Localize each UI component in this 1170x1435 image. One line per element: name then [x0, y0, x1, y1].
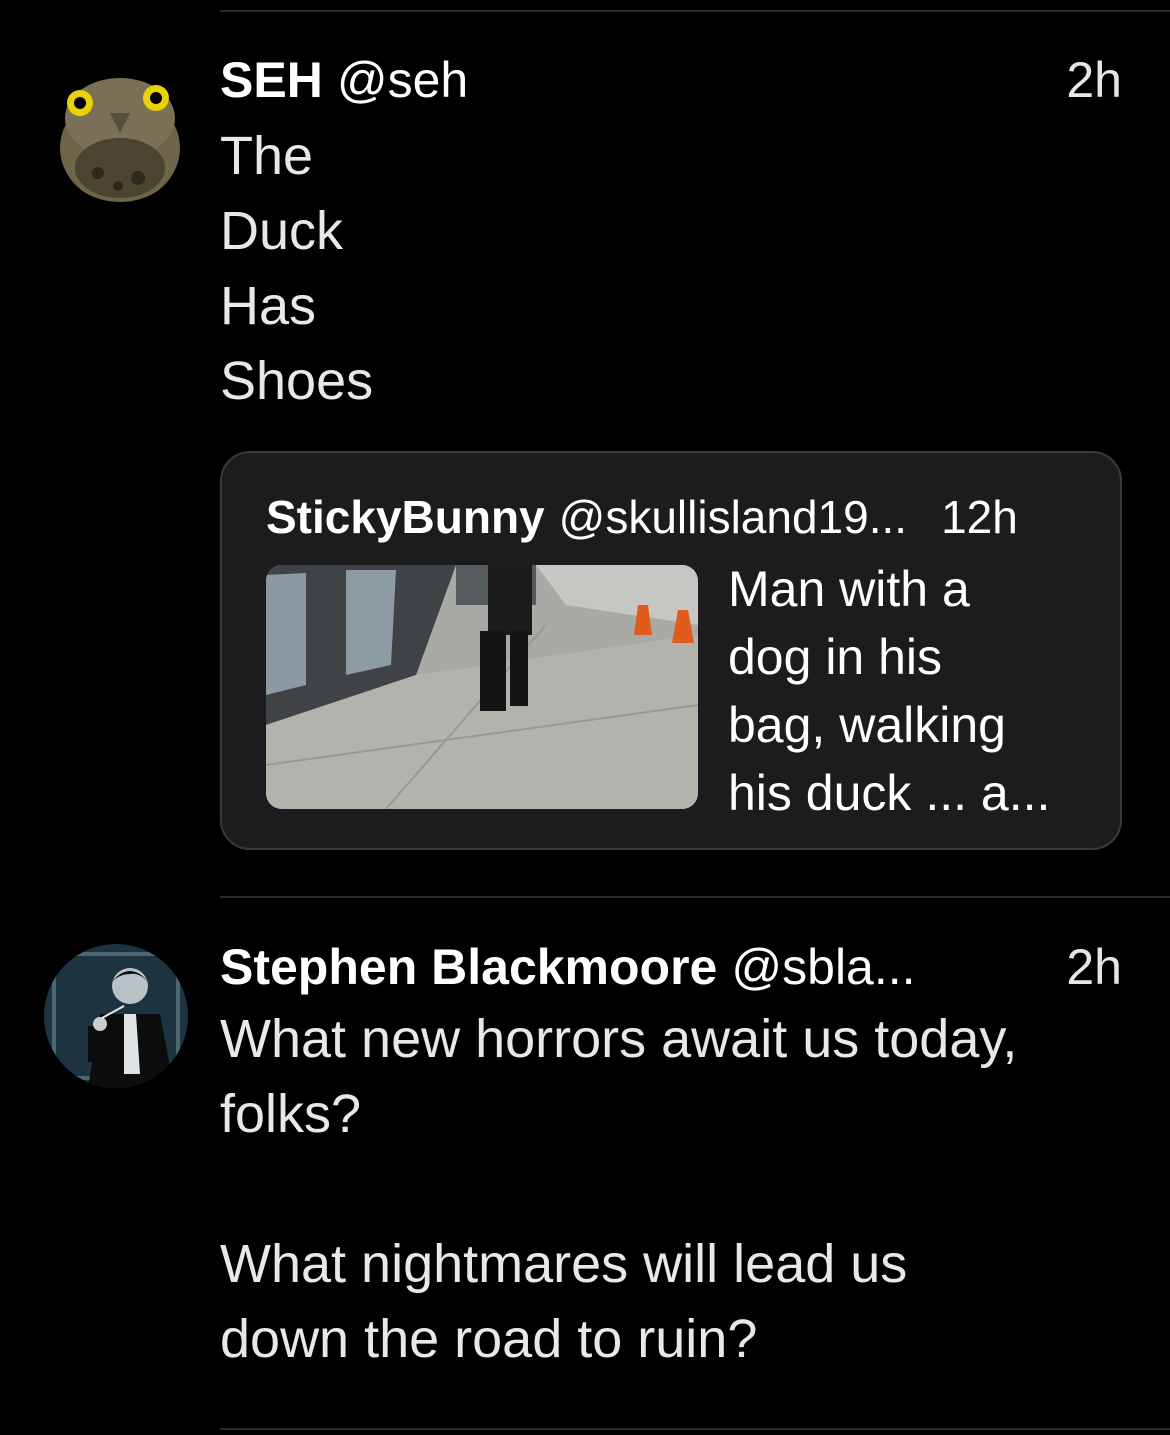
- quoted-tweet-card[interactable]: StickyBunny @skullisland19... 12h Man wi…: [220, 451, 1122, 850]
- owl-avatar-icon[interactable]: [48, 58, 192, 202]
- quoted-author-handle: @skullisland19...: [558, 491, 908, 543]
- timestamp[interactable]: 2h: [1066, 937, 1122, 997]
- quoted-tweet-text: Man with a dog in his bag, walking his d…: [728, 561, 1051, 821]
- tweet-text: What new horrors await us today, folks? …: [220, 1009, 1018, 1369]
- man-in-suit-avatar-icon[interactable]: [44, 944, 188, 1088]
- author-handle[interactable]: @seh: [337, 50, 468, 110]
- tweet-divider: [220, 896, 1170, 898]
- quoted-tweet-header: StickyBunny @skullisland19... 12h: [266, 489, 1076, 545]
- author-handle[interactable]: @sbla...: [731, 937, 915, 997]
- tweet-header: SEH @seh 2h: [220, 50, 1122, 110]
- author-name[interactable]: SEH: [220, 50, 323, 110]
- author-name[interactable]: Stephen Blackmoore: [220, 937, 717, 997]
- bottom-divider: [220, 1428, 1170, 1430]
- top-divider: [220, 10, 1170, 12]
- timestamp[interactable]: 2h: [1066, 50, 1122, 110]
- quoted-timestamp: 12h: [941, 491, 1018, 543]
- tweet-text: The Duck Has Shoes: [220, 126, 374, 411]
- quoted-author-name: StickyBunny: [266, 491, 545, 543]
- tweet-header: Stephen Blackmoore @sbla... 2h: [220, 937, 1122, 997]
- sidewalk-photo[interactable]: [266, 565, 698, 809]
